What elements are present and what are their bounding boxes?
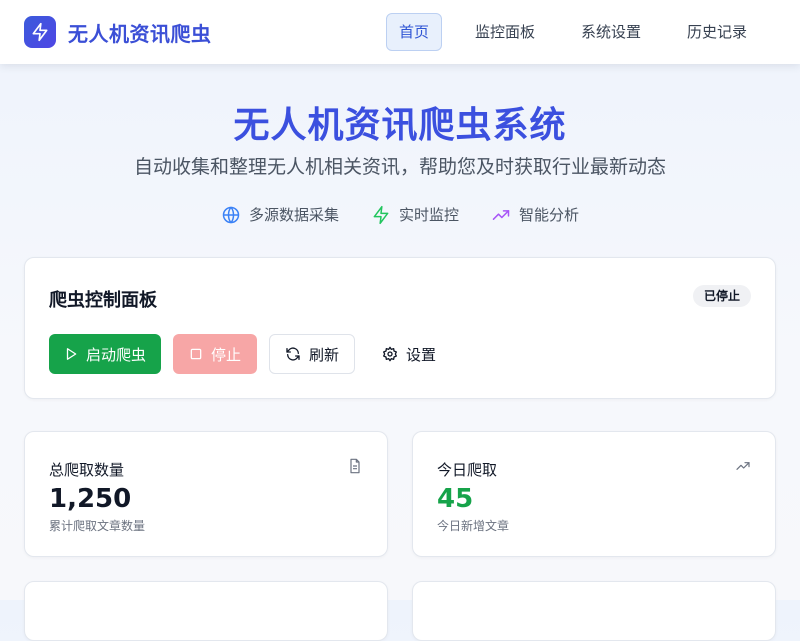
nav-settings[interactable]: 系统设置	[568, 13, 654, 51]
feature-label: 多源数据采集	[248, 206, 339, 224]
main-nav: 首页 监控面板 系统设置 历史记录	[386, 13, 760, 51]
refresh-icon	[286, 347, 300, 361]
gear-icon	[382, 346, 397, 362]
page-title: 无人机资讯爬虫系统	[233, 105, 567, 146]
lightning-icon	[32, 22, 48, 42]
top-navbar: 无人机资讯爬虫 首页 监控面板 系统设置 历史记录	[0, 0, 800, 64]
stat-label: 今日爬取	[437, 461, 498, 479]
feature-label: 智能分析	[519, 206, 580, 224]
feature-label: 实时监控	[398, 206, 459, 224]
page-subtitle: 自动收集和整理无人机相关资讯，帮助您及时获取行业最新动态	[133, 156, 666, 178]
stop-button[interactable]: 停止	[173, 334, 257, 374]
stat-card	[412, 581, 776, 641]
document-icon	[350, 458, 360, 474]
start-crawler-button[interactable]: 启动爬虫	[49, 334, 161, 374]
feature-list: 多源数据采集 实时监控 智能分析	[0, 204, 800, 225]
button-label: 停止	[210, 345, 241, 364]
feature-multi-source: 多源数据采集	[221, 204, 339, 225]
brand-logo	[24, 16, 56, 48]
stat-card-total: 总爬取数量 1,250 累计爬取文章数量	[24, 431, 388, 557]
nav-home[interactable]: 首页	[386, 13, 443, 51]
crawler-control-panel: 爬虫控制面板 已停止 启动爬虫 停止 刷新 设置	[24, 257, 776, 399]
stat-value: 1,250	[49, 484, 132, 514]
refresh-button[interactable]: 刷新	[269, 334, 355, 374]
globe-icon	[222, 205, 240, 224]
trending-up-icon	[736, 462, 750, 470]
button-label: 刷新	[308, 345, 339, 364]
trending-up-icon	[492, 209, 510, 220]
brand[interactable]: 无人机资讯爬虫	[24, 16, 212, 48]
status-badge: 已停止	[692, 285, 751, 307]
feature-realtime: 实时监控	[371, 204, 459, 225]
stat-value: 45	[437, 484, 474, 514]
nav-history[interactable]: 历史记录	[674, 13, 760, 51]
feature-analysis: 智能分析	[491, 204, 579, 225]
stat-card-today: 今日爬取 45 今日新增文章	[412, 431, 776, 557]
stat-description: 今日新增文章	[437, 519, 510, 533]
panel-title: 爬虫控制面板	[49, 290, 157, 311]
settings-button[interactable]: 设置	[369, 334, 449, 374]
nav-monitor[interactable]: 监控面板	[462, 13, 548, 51]
square-icon	[190, 348, 202, 360]
stat-label: 总爬取数量	[49, 461, 125, 479]
button-label: 设置	[405, 345, 436, 364]
lightning-icon	[373, 205, 389, 224]
button-label: 启动爬虫	[85, 345, 146, 364]
stat-card	[24, 581, 388, 641]
play-icon	[66, 348, 77, 360]
stat-description: 累计爬取文章数量	[49, 519, 146, 533]
brand-name: 无人机资讯爬虫	[68, 21, 212, 46]
